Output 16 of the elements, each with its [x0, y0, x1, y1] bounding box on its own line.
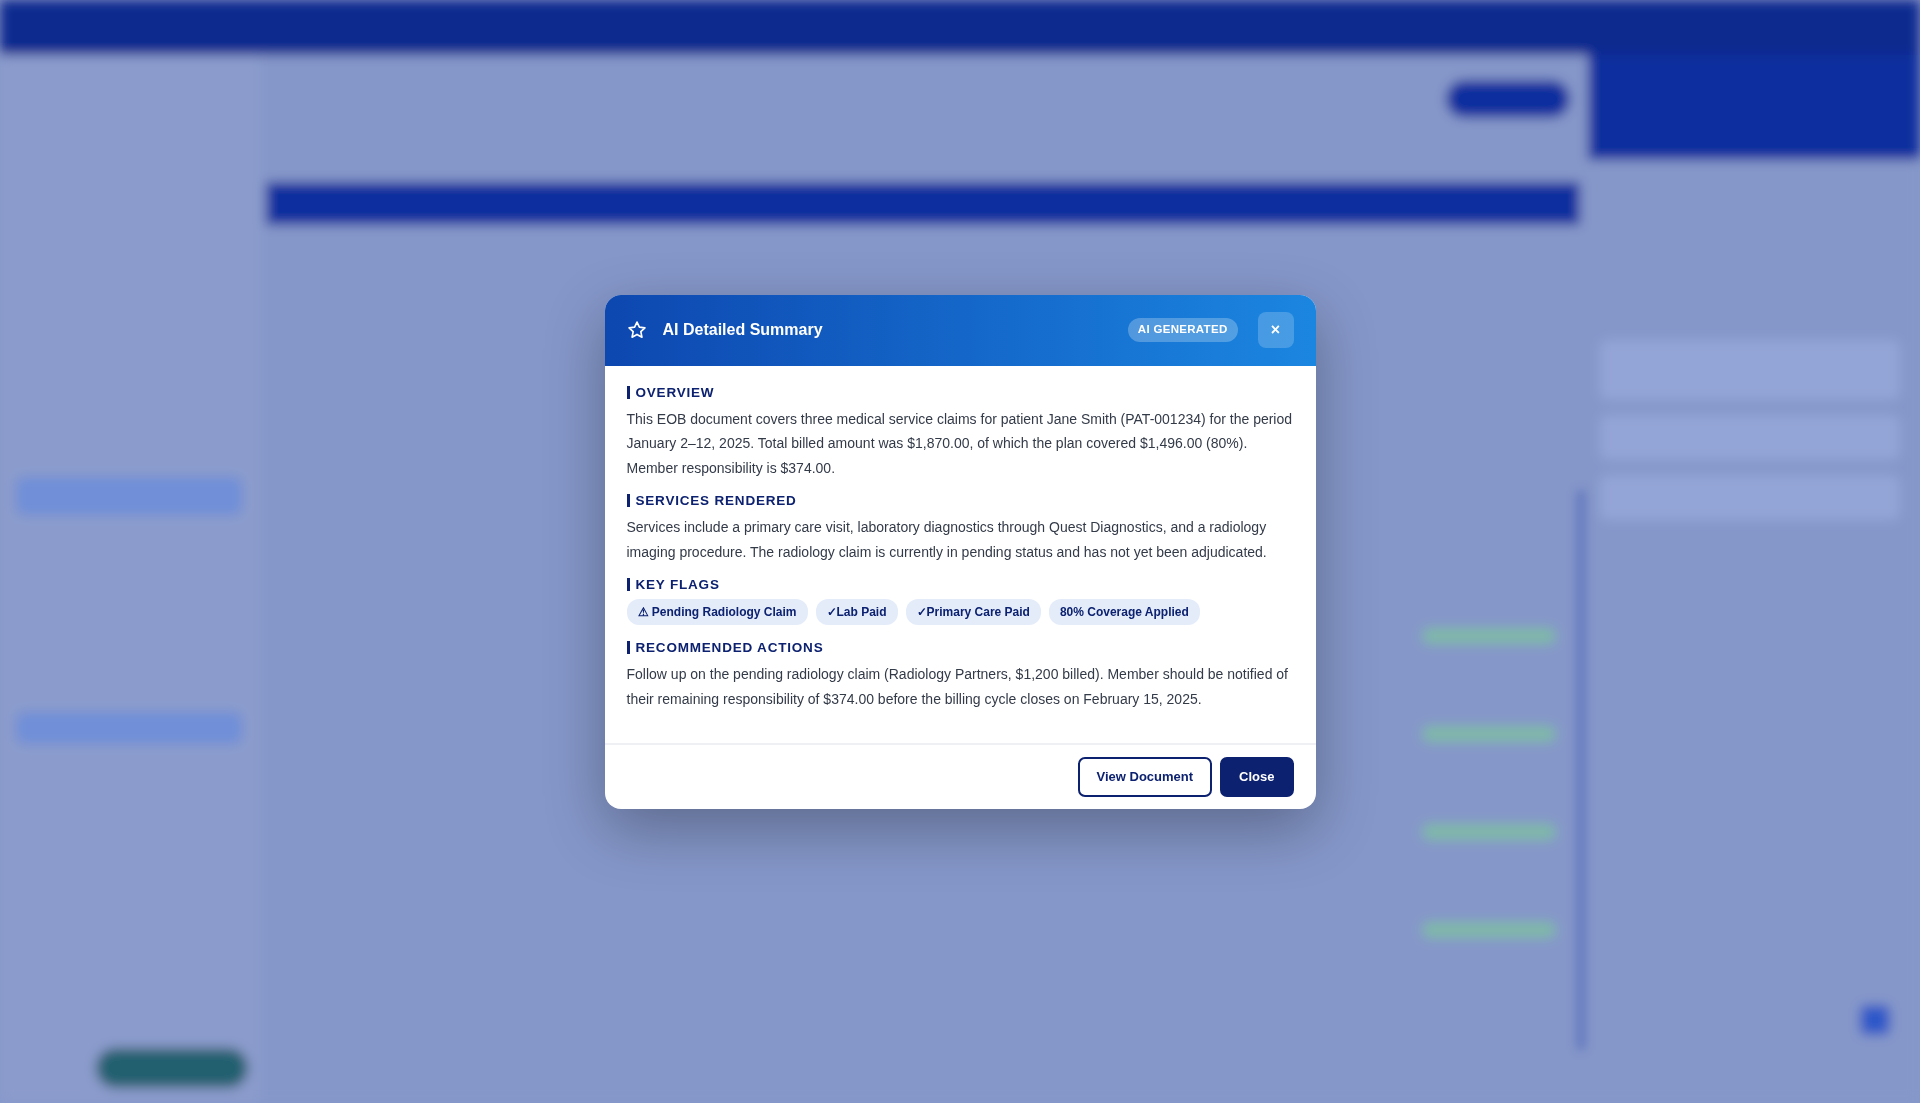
ai-generated-badge: AI GENERATED: [1127, 318, 1238, 342]
flag-tag: ✓Lab Paid: [815, 599, 898, 625]
section-heading: OVERVIEW: [626, 385, 1294, 399]
section-heading: SERVICES RENDERED: [626, 494, 1294, 507]
section-heading: RECOMMENDED ACTIONS: [626, 641, 1294, 654]
dialog-button[interactable]: Close: [1220, 757, 1294, 797]
star-icon: [626, 320, 647, 340]
section-text: Services include a primary care visit, laboratory diagnostics through Quest Diagnostics, and a radiology imaging procedure. The radiology claim is currently in pending status and has not yet been adjudicated.: [626, 518, 1268, 562]
flag-tag: ✓Primary Care Paid: [905, 599, 1041, 625]
section-text: Follow up on the pending radiology claim (Radiology Partners, $1,200 billed). Member should be notified of their remaining responsibility of $374.00 before the billing cycle closes on February 15, 2025.: [626, 665, 1289, 709]
section-text: This EOB document covers three medical service claims for patient Jane Smith (PAT-001234) for the period January 2–12, 2025. Total billed amount was $1,870.00, of which the plan covered $1,496.00 (80%). Member responsibility is $374.00.: [626, 409, 1294, 478]
section-heading: KEY FLAGS: [626, 578, 1294, 591]
flag-tag: 80% Coverage Applied: [1048, 599, 1200, 625]
flag-tag: ⚠ Pending Radiology Claim: [626, 599, 808, 625]
dialog-button[interactable]: View Document: [1077, 757, 1213, 797]
dialog-title: AI Detailed Summary: [662, 320, 824, 340]
